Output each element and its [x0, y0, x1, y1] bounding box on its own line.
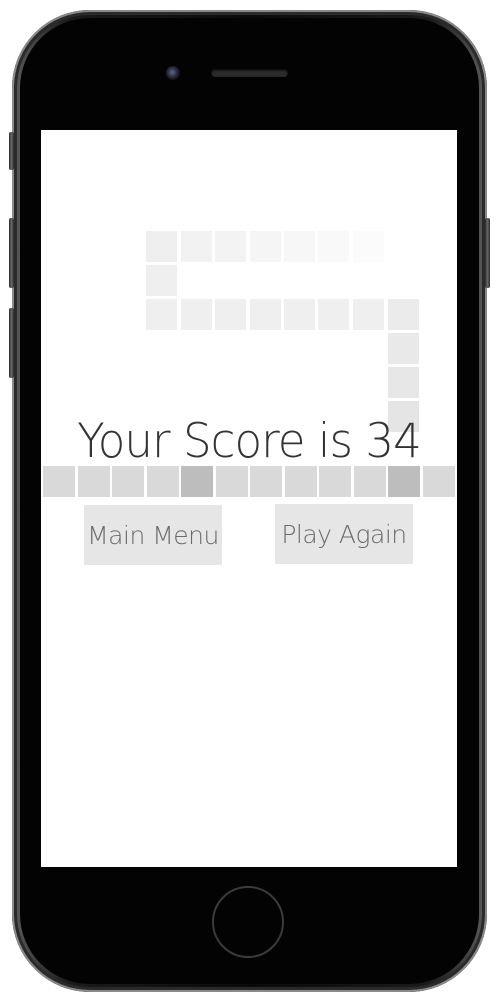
score-text: Your Score is 34	[77, 414, 422, 469]
snake-cell	[215, 231, 246, 262]
snake-cell	[181, 231, 212, 262]
snake-cell	[146, 231, 177, 262]
snake-cell	[215, 299, 246, 330]
volume-down-button	[9, 308, 14, 378]
snake-cell	[181, 299, 212, 330]
snake-cell	[318, 299, 349, 330]
front-camera-icon	[166, 66, 180, 80]
snake-cell	[250, 299, 281, 330]
mute-switch	[9, 132, 14, 170]
play-again-button[interactable]: Play Again	[275, 504, 413, 564]
snake-cell	[318, 231, 349, 262]
snake-cell	[388, 333, 419, 364]
snake-cell	[146, 299, 177, 330]
snake-cell	[388, 299, 419, 330]
snake-cell	[146, 265, 177, 296]
snake-cell	[250, 231, 281, 262]
game-screen: Your Score is 34 Main Menu Play Again	[41, 130, 457, 867]
snake-cell	[284, 299, 315, 330]
home-button[interactable]	[212, 886, 284, 958]
snake-cell	[353, 231, 384, 262]
main-menu-button[interactable]: Main Menu	[84, 505, 222, 565]
snake-cell	[284, 231, 315, 262]
snake-cell	[388, 367, 419, 398]
power-button	[485, 218, 490, 288]
snake-cell	[353, 299, 384, 330]
earpiece-speaker	[211, 69, 288, 77]
volume-up-button	[9, 218, 14, 288]
